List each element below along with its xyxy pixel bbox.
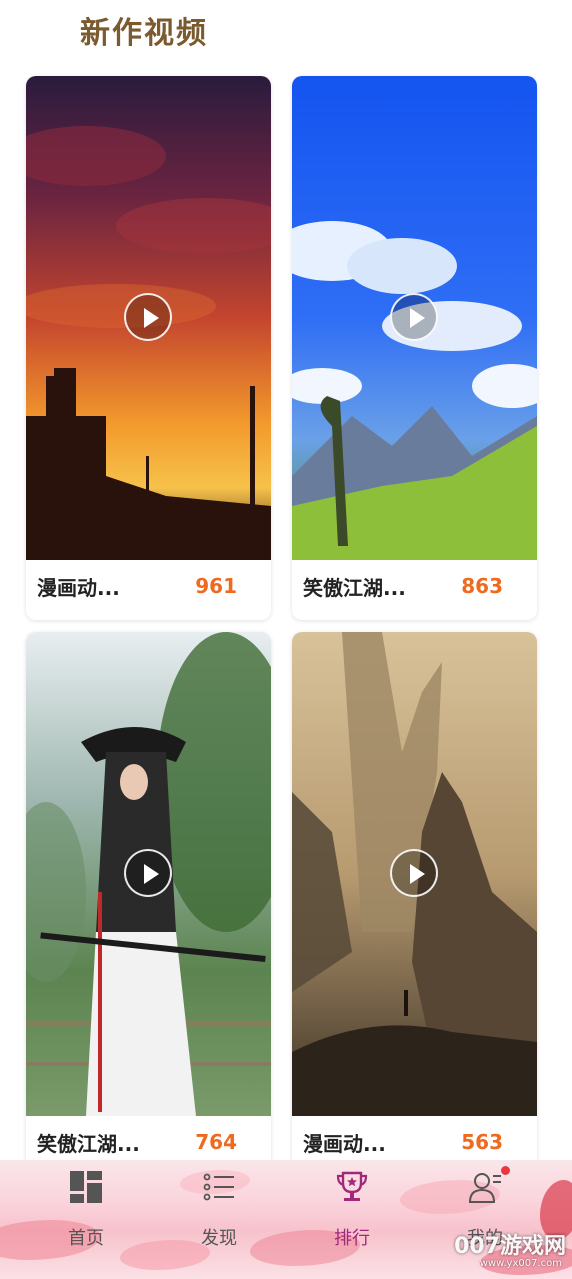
view-count: 961 [195,574,237,598]
tab-discover[interactable]: 发现 [169,1170,269,1250]
view-count: 863 [461,574,503,598]
video-title: 笑傲江湖... [303,576,406,600]
video-card[interactable]: 漫画动... 563 [292,632,537,1176]
play-icon[interactable] [390,293,438,341]
view-count: 764 [195,1130,237,1154]
video-title: 笑傲江湖... [37,1132,140,1156]
video-title: 漫画动... [303,1132,386,1156]
section-title: 新作视频 [80,16,208,51]
video-thumbnail[interactable] [292,632,537,1116]
play-icon[interactable] [124,849,172,897]
video-card[interactable]: 笑傲江湖... 863 [292,76,537,620]
tab-label: 排行 [334,1228,370,1249]
user-icon [468,1173,501,1203]
notification-badge [501,1166,510,1175]
tab-ranking[interactable]: 排行 [302,1170,402,1250]
tab-label: 发现 [201,1228,237,1249]
trophy-icon [336,1171,368,1201]
video-card[interactable]: 笑傲江湖... 764 [26,632,271,1176]
video-thumbnail[interactable] [26,632,271,1116]
tab-home[interactable]: 首页 [36,1170,136,1250]
video-thumbnail[interactable] [292,76,537,560]
video-thumbnail[interactable] [26,76,271,560]
grid-icon [70,1171,102,1203]
tab-label: 首页 [68,1228,104,1249]
view-count: 563 [461,1130,503,1154]
watermark-logo: 007游戏网 [454,1234,566,1259]
watermark-url: www.yx007.com [479,1258,562,1269]
list-icon [203,1173,234,1201]
video-title: 漫画动... [37,576,120,600]
video-card[interactable]: 漫画动... 961 [26,76,271,620]
play-icon[interactable] [124,293,172,341]
play-icon[interactable] [390,849,438,897]
